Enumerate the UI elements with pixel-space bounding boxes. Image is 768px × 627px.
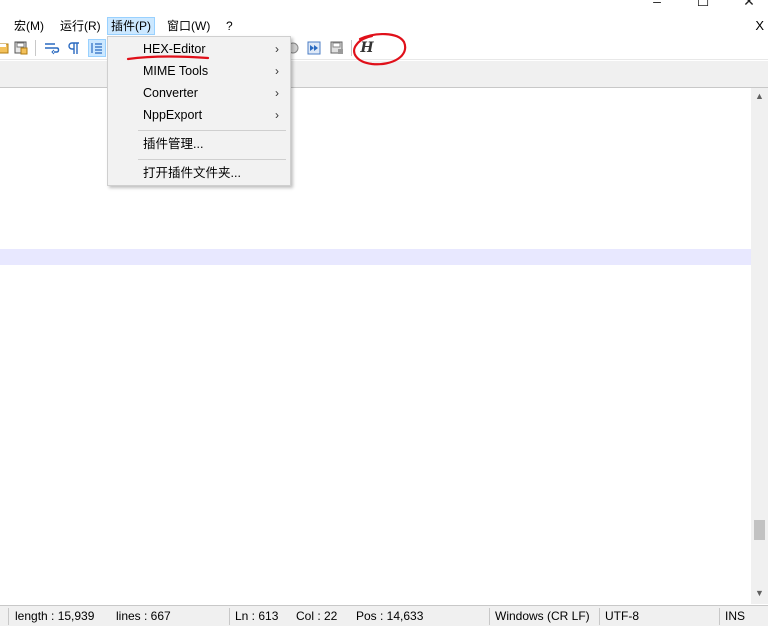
menu-item-converter[interactable]: Converter ›: [109, 82, 289, 104]
menu-item-nppexport[interactable]: NppExport ›: [109, 104, 289, 126]
status-column: Col : 22: [296, 609, 338, 623]
status-length: length : 15,939: [15, 609, 95, 623]
menu-item-label: MIME Tools: [143, 64, 209, 78]
status-eol-format[interactable]: Windows (CR LF): [495, 606, 590, 627]
menu-plugins[interactable]: 插件(P): [107, 17, 155, 35]
menu-item-label: Converter: [143, 86, 198, 100]
status-position: Pos : 14,633: [356, 609, 424, 623]
menu-item-plugins-admin[interactable]: 插件管理...: [109, 133, 289, 155]
menu-help[interactable]: ?: [222, 17, 237, 35]
menu-run[interactable]: 运行(R): [56, 17, 105, 35]
minimize-button[interactable]: –: [642, 0, 672, 8]
scrollbar-thumb[interactable]: [754, 520, 765, 540]
hex-editor-toolbar-button[interactable]: H: [358, 39, 376, 57]
menu-item-mime-tools[interactable]: MIME Tools ›: [109, 60, 289, 82]
show-all-characters-icon[interactable]: [65, 39, 83, 57]
status-encoding[interactable]: UTF-8: [605, 606, 639, 627]
status-insert-mode[interactable]: INS: [725, 606, 745, 627]
close-document-button[interactable]: X: [755, 17, 764, 35]
submenu-arrow-icon: ›: [275, 86, 279, 100]
plugins-dropdown-menu: HEX-Editor › MIME Tools › Converter › Np…: [107, 36, 291, 186]
status-divider: [229, 608, 230, 625]
menu-item-hex-editor[interactable]: HEX-Editor ›: [109, 38, 289, 60]
status-line-number: Ln : 613: [235, 609, 279, 623]
scroll-down-icon[interactable]: ▼: [751, 585, 768, 602]
current-line-highlight: [0, 249, 751, 265]
vertical-scrollbar[interactable]: ▲ ▼: [751, 88, 768, 604]
toolbar-separator: [35, 40, 36, 56]
status-divider: [489, 608, 490, 625]
toolbar-separator: [351, 40, 352, 56]
run-macro-multiple-icon[interactable]: [305, 39, 323, 57]
menu-item-open-plugins-folder[interactable]: 打开插件文件夹...: [109, 162, 289, 184]
menu-window[interactable]: 窗口(W): [163, 17, 214, 35]
status-bar: length : 15,939 lines : 667 Ln : 613 Col…: [0, 605, 768, 626]
close-window-button[interactable]: ✕: [734, 0, 764, 8]
menu-macro[interactable]: 宏(M): [10, 17, 48, 35]
indent-guide-icon[interactable]: [88, 39, 106, 57]
submenu-arrow-icon: ›: [275, 64, 279, 78]
window-caption: – ☐ ✕: [0, 0, 768, 14]
menu-item-label: NppExport: [143, 108, 203, 122]
save-all-icon[interactable]: [0, 39, 12, 57]
status-divider: [599, 608, 600, 625]
menu-bar: 宏(M) 运行(R) 插件(P) 窗口(W) ? X: [0, 14, 768, 36]
submenu-arrow-icon: ›: [275, 108, 279, 122]
maximize-button[interactable]: ☐: [688, 0, 718, 8]
word-wrap-icon[interactable]: [43, 39, 61, 57]
menu-separator: [138, 130, 286, 131]
save-icon[interactable]: [12, 39, 30, 57]
save-macro-icon[interactable]: [328, 39, 346, 57]
status-divider: [719, 608, 720, 625]
menu-separator: [138, 159, 286, 160]
submenu-arrow-icon: ›: [275, 42, 279, 56]
status-lines: lines : 667: [116, 609, 171, 623]
status-divider: [8, 608, 9, 625]
scroll-up-icon[interactable]: ▲: [751, 88, 768, 105]
menu-item-label: HEX-Editor: [143, 42, 206, 56]
